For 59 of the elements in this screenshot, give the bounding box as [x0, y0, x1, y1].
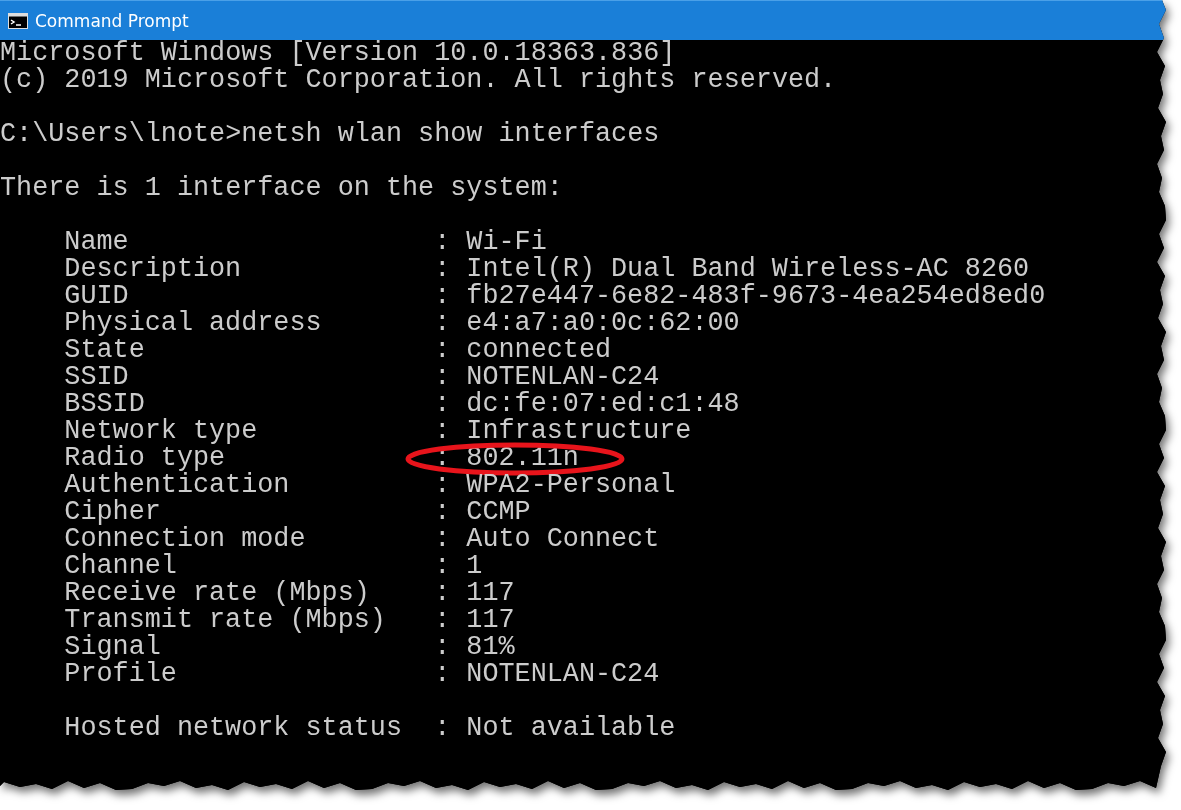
colon-separator: : [434, 283, 452, 310]
property-value: 81% [466, 634, 515, 661]
property-value: WPA2-Personal [466, 472, 676, 499]
property-name: GUID [64, 283, 129, 310]
colon-separator: : [434, 310, 452, 337]
property-name: Physical address [64, 310, 323, 337]
property-name: Network type [64, 418, 259, 445]
colon-separator: : [434, 337, 452, 364]
colon-separator: : [434, 472, 452, 499]
colon-separator: : [434, 553, 452, 580]
property-value: Auto Connect [466, 526, 660, 553]
colon-separator: : [434, 526, 452, 553]
property-name: Name [64, 229, 129, 256]
colon-separator: : [434, 364, 452, 391]
colon-separator: : [434, 256, 452, 283]
colon-separator: : [434, 715, 452, 742]
property-name: Hosted network status [64, 715, 403, 742]
colon-separator: : [434, 580, 452, 607]
property-value: Intel(R) Dual Band Wireless-AC 8260 [466, 256, 1030, 283]
property-name: Connection mode [64, 526, 307, 553]
property-name: Channel [64, 553, 178, 580]
property-value: NOTENLAN-C24 [466, 661, 660, 688]
property-value: connected [466, 337, 612, 364]
property-value: Wi-Fi [466, 229, 547, 256]
property-value: 802.11n [466, 445, 579, 472]
property-name: Description [64, 256, 243, 283]
property-name: State [64, 337, 145, 364]
property-value: Infrastructure [466, 418, 692, 445]
window-title: Command Prompt [35, 10, 189, 31]
output-line: There is 1 interface on the system: [0, 175, 563, 202]
property-value: NOTENLAN-C24 [466, 364, 660, 391]
colon-separator: : [434, 229, 452, 256]
colon-separator: : [434, 661, 452, 688]
property-value: dc:fe:07:ed:c1:48 [466, 391, 740, 418]
property-name: Receive rate (Mbps) [64, 580, 370, 607]
property-name: Transmit rate (Mbps) [64, 607, 387, 634]
console-app-icon [8, 12, 28, 29]
property-name: Cipher [64, 499, 161, 526]
colon-separator: : [434, 391, 452, 418]
property-name: Radio type [64, 445, 226, 472]
property-value: Not available [466, 715, 676, 742]
property-value: 1 [466, 553, 483, 580]
property-value: CCMP [466, 499, 531, 526]
output-line: Microsoft Windows [Version 10.0.18363.836] [0, 40, 676, 67]
property-name: Authentication [64, 472, 291, 499]
colon-separator: : [434, 634, 452, 661]
property-name: SSID [64, 364, 130, 391]
property-name: Signal [64, 634, 161, 661]
output-line: (c) 2019 Microsoft Corporation. All rights reserved. [0, 67, 837, 94]
colon-separator: : [434, 418, 452, 445]
property-value: fb27e447-6e82-483f-9673-4ea254ed8ed0 [466, 283, 1046, 310]
command-line: C:\Users\lnote>netsh wlan show interfaces [0, 121, 660, 148]
property-value: 117 [466, 607, 515, 634]
property-name: Profile [64, 661, 178, 688]
colon-separator: : [434, 607, 452, 634]
colon-separator: : [434, 499, 452, 526]
property-name: BSSID [64, 391, 145, 418]
property-value: e4:a7:a0:0c:62:00 [466, 310, 740, 337]
property-value: 117 [466, 580, 515, 607]
